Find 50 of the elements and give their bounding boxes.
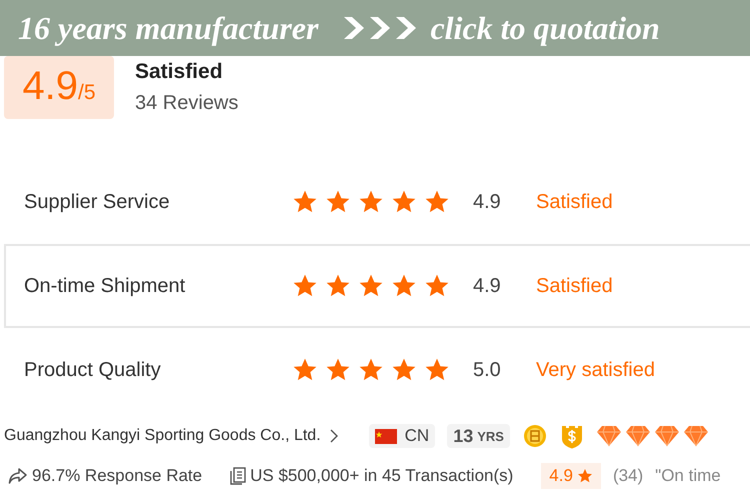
rating-value: 4.9 [549,466,573,486]
star-icon [292,189,318,215]
star-icon [358,273,384,299]
star-icon [358,189,384,215]
rating-verdict: Satisfied [536,274,613,298]
star-icon [391,273,417,299]
star-icon [424,357,450,383]
star-icon [391,189,417,215]
years-number: 13 [453,426,474,446]
transactions-text: US $500,000+ in 45 Transaction(s) [250,466,514,486]
overall-verdict: Satisfied [135,59,224,85]
diamond-icon [682,425,709,447]
star-icon [358,357,384,383]
diamond-icon [654,425,680,447]
star-icon [424,189,450,215]
star-icon [391,357,417,383]
review-count[interactable]: 34 Reviews [135,92,238,115]
star-icon [325,357,351,383]
diamond-icon [624,425,651,447]
diamond-icon [596,425,622,447]
response-rate: 96.7% Response Rate [32,466,202,486]
score-value: 4.9 [22,63,78,110]
china-flag-icon [374,428,397,444]
rating-score: 5.0 [473,358,502,382]
banner-text: click to quotation [430,10,660,46]
star-icon [292,273,318,299]
rating-label: Supplier Service [24,190,171,214]
coin-icon [522,424,547,448]
chevron-right-icon [328,429,339,443]
rating-count: (34) [612,466,644,486]
rating-verdict: Very satisfied [536,358,655,382]
rating-verdict: Satisfied [536,190,613,214]
score-scale: /5 [78,81,96,105]
country-code: CN [404,426,430,446]
star-icon [325,273,351,299]
shield-icon [560,423,584,449]
star-icon [325,189,351,215]
review-quote: "On time [655,466,721,486]
years-unit: YRS [477,428,504,444]
star-icon [292,357,318,383]
share-arrow-icon [8,467,28,485]
document-icon [230,467,246,485]
banner-text: 16 years manufacturer [18,10,318,46]
star-icon [424,273,450,299]
rating-label: Product Quality [24,358,162,382]
rating-score: 4.9 [473,190,502,214]
supplier-link[interactable]: Guangzhou Kangyi Sporting Goods Co., Ltd. [4,427,321,445]
rating-score: 4.9 [473,274,502,298]
star-icon [576,468,593,484]
rating-label: On-time Shipment [24,274,186,298]
